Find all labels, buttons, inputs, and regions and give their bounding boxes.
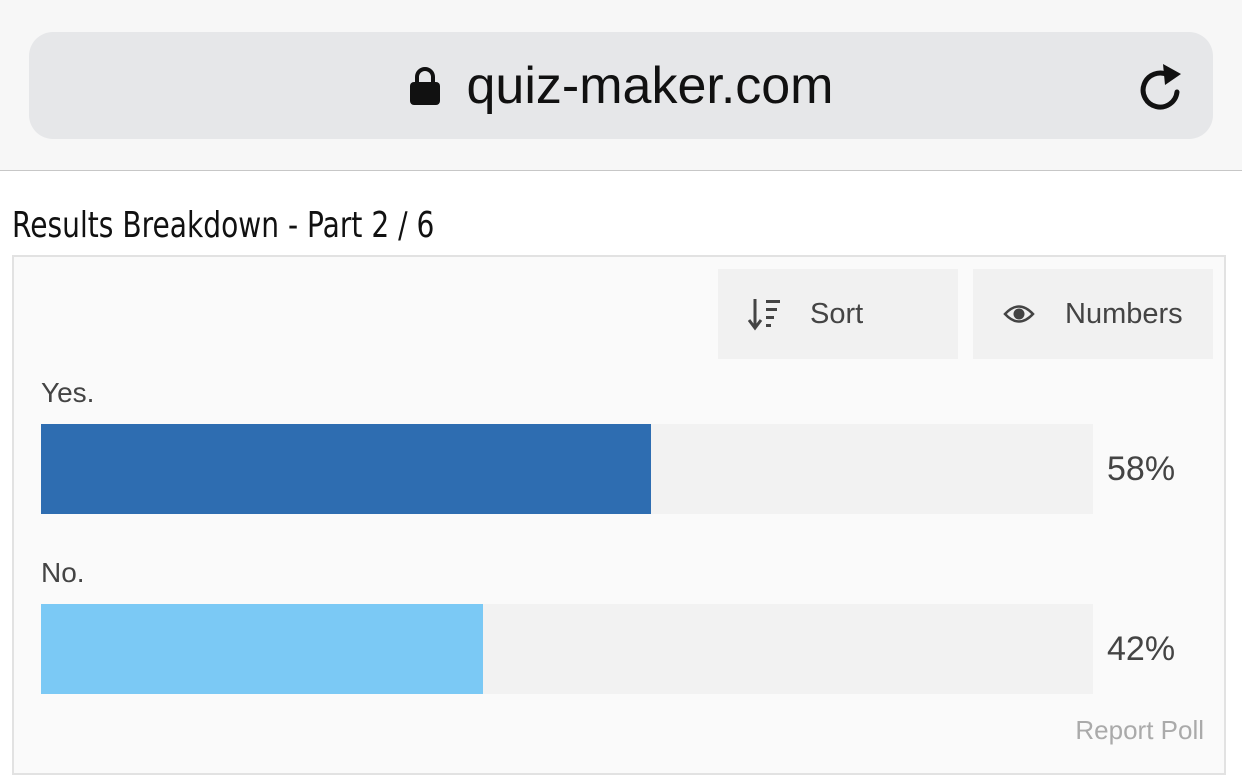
- results-panel: Sort Numbers Yes. 58% No. 42% Report Pol…: [12, 255, 1226, 775]
- address-bar[interactable]: quiz-maker.com: [29, 32, 1213, 139]
- bar-fill-yes: [41, 424, 652, 514]
- numbers-label: Numbers: [1065, 297, 1183, 330]
- browser-toolbar: quiz-maker.com: [0, 0, 1242, 171]
- eye-icon: [1003, 305, 1035, 323]
- lock-icon: [409, 66, 440, 105]
- option-label-yes: Yes.: [41, 377, 95, 408]
- bar-track-yes: [41, 424, 1093, 514]
- url-text: quiz-maker.com: [466, 56, 834, 115]
- report-poll-link[interactable]: Report Poll: [1075, 715, 1204, 746]
- sort-descending-icon: [748, 299, 780, 331]
- sort-button[interactable]: Sort: [718, 269, 958, 359]
- results-title: Results Breakdown - Part 2 / 6: [12, 205, 435, 246]
- reload-icon[interactable]: [1137, 60, 1187, 114]
- option-label-no: No.: [41, 557, 85, 588]
- numbers-toggle-button[interactable]: Numbers: [973, 269, 1213, 359]
- percent-yes: 58%: [1107, 450, 1176, 488]
- bar-fill-no: [41, 604, 483, 694]
- percent-no: 42%: [1107, 630, 1176, 668]
- bar-track-no: [41, 604, 1093, 694]
- sort-label: Sort: [810, 297, 864, 330]
